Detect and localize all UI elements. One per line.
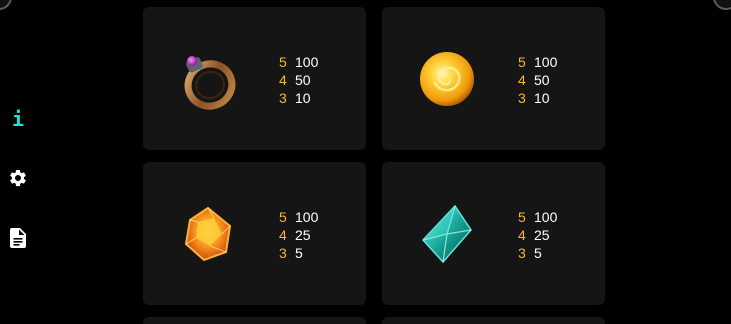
payout-list: 5 100 4 50 3 10 xyxy=(279,53,359,107)
info-button[interactable]: i xyxy=(6,107,30,131)
side-menu: i xyxy=(0,0,40,324)
paytable-card-partial xyxy=(143,317,366,324)
document-icon xyxy=(10,228,26,248)
symbol-count: 3 xyxy=(518,90,526,106)
payout-value: 100 xyxy=(295,209,319,225)
payout-value: 50 xyxy=(534,72,550,88)
symbol-count: 4 xyxy=(279,72,287,88)
symbol-count: 5 xyxy=(279,54,287,70)
payout-value: 5 xyxy=(534,245,542,261)
settings-button[interactable] xyxy=(6,166,30,190)
payout-row: 4 50 xyxy=(518,71,598,89)
symbol-count: 4 xyxy=(279,227,287,243)
payout-value: 10 xyxy=(295,90,311,106)
gear-icon xyxy=(10,169,26,187)
payout-row: 5 100 xyxy=(518,53,598,71)
payout-value: 25 xyxy=(295,227,311,243)
ring-icon xyxy=(184,56,236,110)
payout-list: 5 100 4 50 3 10 xyxy=(518,53,598,107)
paytable-card-ring: 5 100 4 50 3 10 xyxy=(143,7,366,150)
payout-value: 10 xyxy=(534,90,550,106)
payout-row: 35 xyxy=(518,244,598,262)
payout-row: 4 50 xyxy=(279,71,359,89)
corner-button-right[interactable] xyxy=(713,0,731,10)
payout-value: 100 xyxy=(295,54,319,70)
payout-value: 5 xyxy=(295,245,303,261)
payout-row: 4 25 xyxy=(518,226,598,244)
payout-list: 5 100 4 25 35 xyxy=(279,208,359,262)
paytable-screen: i 5 100 4 50 3 10 5 100 4 50 3 10 5 100 … xyxy=(0,0,731,324)
symbol-count: 5 xyxy=(518,209,526,225)
payout-row: 3 10 xyxy=(279,89,359,107)
payout-value: 100 xyxy=(534,54,558,70)
payout-list: 5 100 4 25 35 xyxy=(518,208,598,262)
payout-row: 35 xyxy=(279,244,359,262)
payout-value: 100 xyxy=(534,209,558,225)
symbol-count: 3 xyxy=(279,90,287,106)
payout-row: 5 100 xyxy=(279,208,359,226)
payout-value: 50 xyxy=(295,72,311,88)
payout-value: 25 xyxy=(534,227,550,243)
gold-orb-icon xyxy=(420,52,474,106)
info-icon: i xyxy=(11,107,25,131)
paytable-card-partial xyxy=(382,317,605,324)
payout-row: 5 100 xyxy=(279,53,359,71)
teal-crystal-icon xyxy=(421,204,472,264)
payout-row: 4 25 xyxy=(279,226,359,244)
amber-gem-icon xyxy=(184,206,232,262)
paytable-card-gold-orb: 5 100 4 50 3 10 xyxy=(382,7,605,150)
symbol-count: 5 xyxy=(279,209,287,225)
rules-button[interactable] xyxy=(6,226,30,250)
symbol-count: 4 xyxy=(518,227,526,243)
paytable-card-teal-crystal: 5 100 4 25 35 xyxy=(382,162,605,305)
payout-row: 5 100 xyxy=(518,208,598,226)
paytable-card-amber-gem: 5 100 4 25 35 xyxy=(143,162,366,305)
symbol-count: 5 xyxy=(518,54,526,70)
symbol-count: 4 xyxy=(518,72,526,88)
payout-row: 3 10 xyxy=(518,89,598,107)
symbol-count: 3 xyxy=(518,245,526,261)
symbol-count: 3 xyxy=(279,245,287,261)
